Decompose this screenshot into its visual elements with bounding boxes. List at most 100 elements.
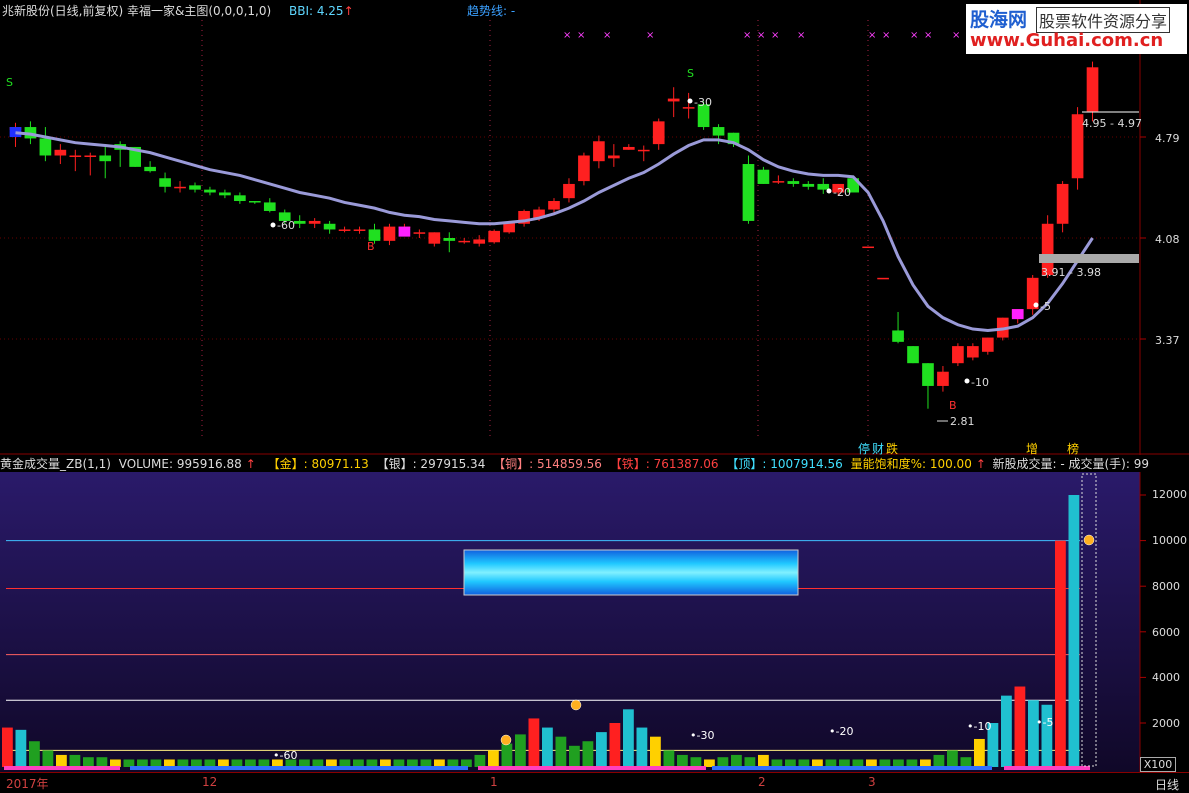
marker-x: ×: [563, 30, 571, 41]
volume-bar: [407, 759, 418, 767]
volume-bar: [393, 759, 405, 767]
candle-body: [488, 230, 500, 243]
candle-body: [308, 220, 321, 224]
volume-bar: [555, 736, 567, 767]
volume-bar: [461, 759, 472, 767]
cycle-label: -10: [971, 376, 989, 389]
volume-bar: [920, 759, 931, 767]
top-value: 【顶】: 1007914.56: [726, 457, 843, 471]
volume-tick: 8000: [1152, 580, 1180, 593]
baseline-segment: [478, 766, 706, 770]
volume-bar: [866, 759, 877, 767]
cycle-label: •-20: [829, 725, 853, 738]
period-label[interactable]: 日线: [1155, 776, 1179, 793]
volume-bar: [893, 759, 904, 767]
indicator-name: 黄金成交量_ZB(1,1): [0, 457, 111, 471]
volume-bar: [771, 759, 783, 767]
volume-bar: [366, 759, 378, 767]
candle-body: [428, 232, 441, 244]
volume-bar: [1055, 540, 1066, 767]
candle-body: [862, 246, 874, 249]
volume-bar: [947, 750, 958, 767]
volume-bar: [515, 734, 526, 767]
volume-bar: [1041, 704, 1053, 767]
candle-body: [667, 98, 680, 102]
candle-body: [981, 337, 994, 352]
candle-body: [219, 192, 231, 196]
candle-body: [772, 181, 785, 183]
volume-bar: [879, 759, 891, 767]
volume-arrow-icon: ↑: [245, 457, 256, 471]
date-label: 2017年: [6, 777, 49, 791]
volume-chart: •-60 •-30 •-20 •-10 •-5: [0, 472, 1146, 772]
cycle-dot: [964, 378, 970, 384]
volume-value: VOLUME: 995916.88 ↑: [119, 457, 260, 471]
volume-tick: 10000: [1152, 534, 1187, 547]
signal-candle: [1011, 309, 1024, 320]
volume-bar: [906, 759, 918, 767]
volume-bar: [299, 759, 310, 767]
volume-bar: [785, 759, 796, 767]
baseline-segment: [4, 766, 120, 770]
candle-body: [892, 330, 904, 342]
candle-body: [802, 183, 815, 187]
candle-body: [234, 195, 246, 202]
stock-title: 兆新股份(日线,前复权) 幸福一家&主图(0,0,0,1,0): [2, 4, 272, 18]
candle-body: [383, 226, 396, 241]
volume-bar: [353, 759, 364, 767]
volume-bar: [2, 727, 13, 767]
candle-body: [69, 155, 82, 157]
candle-body: [443, 238, 456, 241]
candle-body: [922, 363, 934, 386]
gold-ball: [570, 699, 582, 711]
marker-x: ×: [868, 30, 876, 41]
candle-body: [353, 229, 366, 231]
volume-bar: [420, 759, 432, 767]
copper-value: 【铜】: 514859.56: [493, 457, 602, 471]
volume-bar: [798, 759, 810, 767]
volume-tick: 2000: [1152, 717, 1180, 730]
volume-tick: 12000: [1152, 488, 1187, 501]
marker-x: ×: [577, 30, 585, 41]
volume-unit-label: X100: [1140, 757, 1176, 772]
volume-bar: [245, 759, 256, 767]
volume-bar: [191, 759, 202, 767]
logo: 股海网 股票软件资源分享 www.Guhai.com.cn: [966, 4, 1187, 54]
baseline-segment: [130, 766, 468, 770]
volume-bar: [582, 741, 594, 767]
candle-body: [338, 229, 351, 231]
volume-bar: [501, 743, 513, 767]
volume-bar: [731, 754, 742, 767]
volume-bar: [636, 727, 648, 767]
cycle-label: -60: [277, 219, 295, 232]
volume-bar: [69, 754, 81, 767]
date-label: 2: [758, 775, 766, 789]
volume-bar: [663, 750, 675, 767]
candle-body: [204, 189, 216, 193]
volume-tick: 6000: [1152, 626, 1180, 639]
volume-bar: [812, 759, 823, 767]
volume-bar: [542, 727, 553, 767]
volume-bar: [852, 759, 864, 767]
marker-x: ×: [603, 30, 611, 41]
volume-bar: [474, 754, 486, 767]
logo-name: 股海网: [970, 9, 1028, 31]
volume-bar: [650, 736, 661, 767]
candle-body: [682, 107, 695, 109]
price-chart: × × × × × × × × × × × × ×: [0, 0, 1189, 455]
price-tick: 4.08: [1155, 233, 1180, 246]
volume-bar: [758, 754, 769, 767]
volume-bar: [137, 759, 148, 767]
volume-bar: [164, 759, 175, 767]
candle-body: [548, 201, 560, 210]
cycle-label: -5: [1040, 300, 1051, 313]
candle-body: [787, 181, 800, 184]
candle-body: [652, 121, 665, 145]
candle-body: [458, 240, 471, 243]
volume-bar: [123, 759, 135, 767]
baseline-segment: [712, 766, 992, 770]
candle-body: [293, 220, 306, 224]
cycle-dot: [1033, 302, 1039, 308]
bbi-line: [15, 131, 1094, 332]
volume-bar: [1068, 495, 1080, 767]
